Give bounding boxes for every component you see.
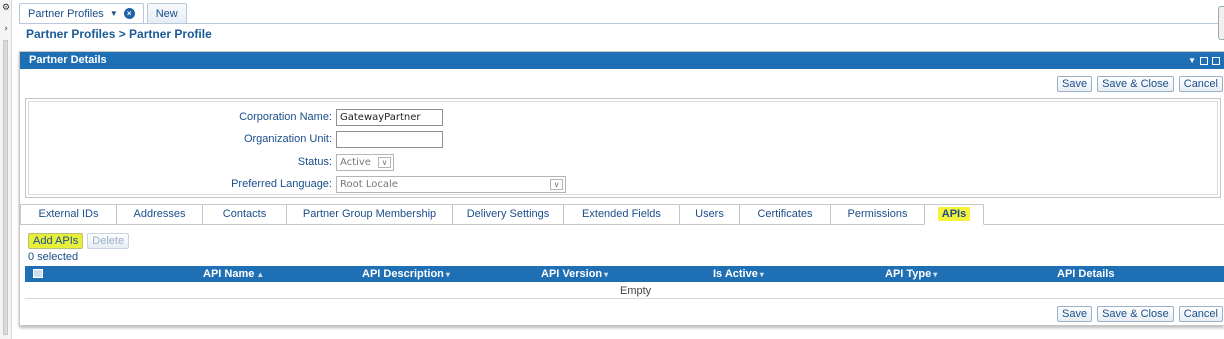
column-api-version[interactable]: API Version ▾: [541, 268, 608, 280]
column-api-type[interactable]: API Type ▾: [885, 268, 937, 280]
breadcrumb: Partner Profiles > Partner Profile: [26, 27, 212, 41]
organization-unit-label: Organization Unit:: [243, 133, 332, 145]
tab-apis[interactable]: APIs: [924, 204, 984, 225]
collapse-icon[interactable]: ›: [1, 24, 11, 34]
grid-empty-message: Empty: [620, 285, 652, 297]
tab-contacts[interactable]: Contacts: [202, 204, 286, 225]
cancel-button[interactable]: Cancel: [1178, 306, 1223, 322]
vertical-scrollbar[interactable]: [3, 40, 8, 335]
corporation-name-row: Corporation Name: GatewayPartner: [26, 109, 626, 127]
doc-tab-new[interactable]: New: [146, 3, 187, 23]
panel-title: Partner Details: [29, 54, 107, 66]
column-api-name[interactable]: API Name ▲: [203, 268, 264, 280]
maximize-icon[interactable]: [1212, 56, 1220, 65]
preferred-language-value: Root Locale: [340, 179, 398, 190]
bottom-action-buttons: Save Save & Close Cancel: [1057, 306, 1223, 322]
panel-header: Partner Details ▼: [20, 52, 1224, 69]
chevron-down-icon[interactable]: ▼: [110, 9, 118, 18]
save-close-button[interactable]: Save & Close: [1097, 306, 1174, 322]
column-is-active[interactable]: Is Active ▾: [713, 268, 764, 280]
api-grid-header: API Name ▲ API Description ▾ API Version ▾ …: [25, 266, 1224, 282]
chevron-down-icon[interactable]: ∨: [378, 157, 391, 168]
tab-external-ids[interactable]: External IDs: [20, 204, 116, 225]
close-icon[interactable]: ×: [123, 8, 135, 19]
organization-unit-row: Organization Unit:: [26, 131, 626, 149]
sort-icon: ▾: [604, 270, 609, 279]
pin-icon[interactable]: ⚙: [1, 3, 11, 13]
doc-tab-label: Partner Profiles: [28, 7, 104, 20]
corporation-name-input[interactable]: GatewayPartner: [336, 109, 443, 126]
partner-details-panel: Partner Details ▼ Save Save & Close Canc…: [19, 51, 1224, 326]
cancel-button[interactable]: Cancel: [1178, 76, 1223, 92]
tab-extended-fields[interactable]: Extended Fields: [563, 204, 679, 225]
save-button[interactable]: Save: [1057, 76, 1093, 92]
preferred-language-select[interactable]: Root Locale ∨: [336, 176, 566, 193]
tab-delivery-settings[interactable]: Delivery Settings: [452, 204, 563, 225]
delete-button[interactable]: Delete: [87, 233, 130, 249]
corporation-name-label: Corporation Name:: [239, 111, 332, 123]
doc-tab-label: New: [155, 7, 178, 20]
status-row: Status: Active ∨: [26, 154, 626, 172]
add-apis-button[interactable]: Add APIs: [28, 233, 84, 249]
document-tabs: Partner Profiles ▼ × New: [19, 3, 187, 23]
left-edge-strip: ⚙ ›: [0, 0, 12, 339]
chevron-down-icon[interactable]: ∨: [550, 179, 563, 190]
sort-icon: ▾: [445, 270, 450, 279]
chevron-down-icon[interactable]: ▼: [1188, 52, 1196, 69]
preferred-language-label: Preferred Language:: [231, 178, 332, 190]
side-panel-handle[interactable]: [1218, 6, 1224, 40]
organization-unit-input[interactable]: [336, 131, 443, 148]
tabs-divider: [19, 23, 1224, 24]
status-label: Status:: [297, 156, 332, 168]
selected-count: 0 selected: [28, 251, 79, 263]
tab-permissions[interactable]: Permissions: [830, 204, 924, 225]
top-action-buttons: Save Save & Close Cancel: [1057, 76, 1223, 92]
tab-users[interactable]: Users: [679, 204, 739, 225]
sort-ascending-icon: ▲: [256, 270, 265, 279]
status-value: Active: [340, 157, 371, 168]
sort-icon: ▾: [759, 270, 764, 279]
sort-icon: ▾: [933, 270, 938, 279]
minimize-icon[interactable]: [1200, 56, 1208, 65]
save-close-button[interactable]: Save & Close: [1097, 76, 1174, 92]
doc-tab-partner-profiles[interactable]: Partner Profiles ▼ ×: [19, 3, 144, 23]
save-button[interactable]: Save: [1057, 306, 1093, 322]
partner-form: Corporation Name: GatewayPartner Organiz…: [25, 98, 1221, 198]
grid-divider: [25, 298, 1224, 299]
api-toolbar: Add APIs Delete: [28, 233, 130, 249]
column-api-details[interactable]: API Details: [1057, 268, 1114, 280]
preferred-language-row: Preferred Language: Root Locale ∨: [26, 176, 626, 194]
column-api-description[interactable]: API Description ▾: [362, 268, 450, 280]
tab-addresses[interactable]: Addresses: [116, 204, 202, 225]
column-chooser-icon[interactable]: [33, 269, 43, 278]
tab-certificates[interactable]: Certificates: [739, 204, 830, 225]
tab-apis-label: APIs: [937, 207, 971, 221]
detail-tabs: External IDs Addresses Contacts Partner …: [20, 204, 984, 225]
tab-partner-group-membership[interactable]: Partner Group Membership: [286, 204, 452, 225]
status-select[interactable]: Active ∨: [336, 154, 394, 171]
